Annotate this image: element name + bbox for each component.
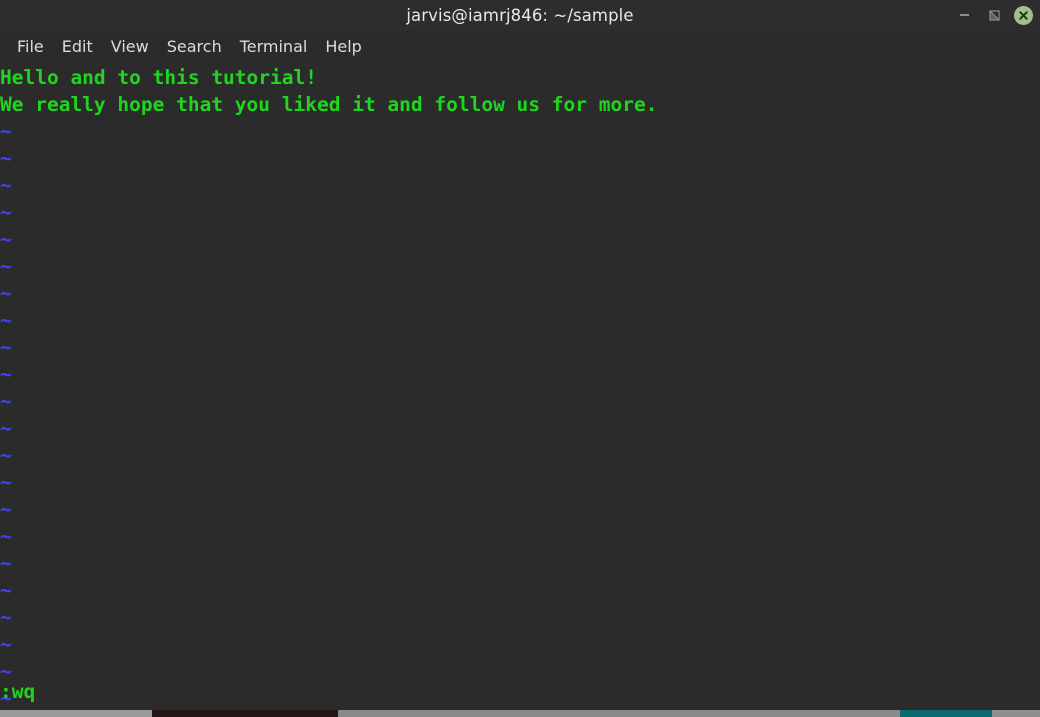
vim-empty-line-marker: ~ bbox=[0, 255, 12, 278]
vim-empty-line-marker: ~ bbox=[0, 444, 12, 467]
vim-status-line: :wq bbox=[0, 680, 36, 703]
vim-buffer[interactable]: Hello and to this tutorial! We really hop… bbox=[0, 64, 1040, 712]
minimize-button[interactable] bbox=[954, 5, 974, 25]
window-controls bbox=[954, 0, 1036, 30]
vim-empty-line-marker: ~ bbox=[0, 228, 12, 251]
strip-active-task[interactable] bbox=[152, 710, 338, 717]
vim-text-line: Hello and to this tutorial! bbox=[0, 66, 317, 89]
desktop-taskbar-strip[interactable] bbox=[0, 710, 1040, 717]
vim-empty-line-marker: ~ bbox=[0, 336, 12, 359]
vim-empty-line-marker: ~ bbox=[0, 120, 12, 143]
close-button[interactable] bbox=[1014, 5, 1033, 25]
maximize-restore-button[interactable] bbox=[984, 5, 1004, 25]
vim-empty-line-marker: ~ bbox=[0, 174, 12, 197]
menu-item-terminal[interactable]: Terminal bbox=[231, 35, 317, 58]
vim-empty-line-marker: ~ bbox=[0, 498, 12, 521]
vim-empty-line-marker: ~ bbox=[0, 633, 12, 656]
menu-item-help[interactable]: Help bbox=[316, 35, 370, 58]
close-icon bbox=[1019, 10, 1028, 20]
strip-mid-light[interactable] bbox=[338, 710, 900, 717]
vim-empty-line-marker: ~ bbox=[0, 201, 12, 224]
vim-empty-line-marker: ~ bbox=[0, 552, 12, 575]
terminal-screen[interactable]: Hello and to this tutorial! We really hop… bbox=[0, 62, 1040, 717]
vim-empty-line-marker: ~ bbox=[0, 471, 12, 494]
vim-empty-line-marker: ~ bbox=[0, 147, 12, 170]
terminal-window: jarvis@iamrj846: ~/sample File Edit View… bbox=[0, 0, 1040, 717]
strip-teal-task[interactable] bbox=[900, 710, 992, 717]
vim-empty-line-marker: ~ bbox=[0, 309, 12, 332]
menu-item-view[interactable]: View bbox=[102, 35, 158, 58]
restore-icon bbox=[988, 9, 1000, 21]
strip-left-light[interactable] bbox=[0, 710, 152, 717]
menu-item-file[interactable]: File bbox=[8, 35, 53, 58]
strip-right-light[interactable] bbox=[992, 710, 1040, 717]
vim-empty-line-marker: ~ bbox=[0, 390, 12, 413]
vim-text-line: We really hope that you liked it and fol… bbox=[0, 93, 658, 116]
vim-empty-line-marker: ~ bbox=[0, 606, 12, 629]
window-title: jarvis@iamrj846: ~/sample bbox=[406, 5, 634, 25]
menu-item-edit[interactable]: Edit bbox=[53, 35, 102, 58]
vim-empty-line-marker: ~ bbox=[0, 282, 12, 305]
vim-empty-line-marker: ~ bbox=[0, 363, 12, 386]
vim-empty-line-marker: ~ bbox=[0, 579, 12, 602]
vim-empty-line-marker: ~ bbox=[0, 525, 12, 548]
title-bar[interactable]: jarvis@iamrj846: ~/sample bbox=[0, 0, 1040, 30]
menu-item-search[interactable]: Search bbox=[158, 35, 231, 58]
menu-bar: File Edit View Search Terminal Help bbox=[0, 30, 1040, 62]
vim-empty-line-marker: ~ bbox=[0, 417, 12, 440]
